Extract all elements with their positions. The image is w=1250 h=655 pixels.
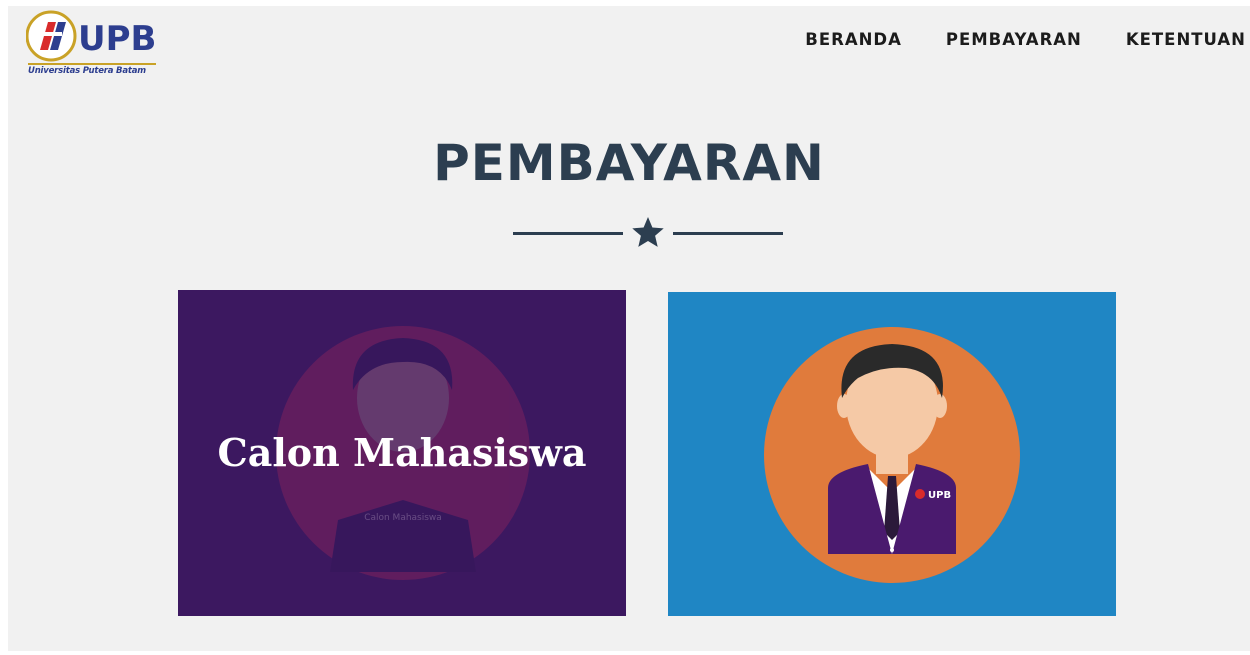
main-nav: BERANDA PEMBAYARAN KETENTUAN bbox=[805, 30, 1246, 49]
student-avatar-icon: UPB bbox=[764, 327, 1020, 583]
nav-beranda[interactable]: BERANDA bbox=[805, 30, 902, 49]
upb-logo[interactable]: UPB Universitas Putera Batam bbox=[26, 8, 156, 78]
card-student-avatar[interactable]: UPB bbox=[668, 292, 1116, 616]
nav-pembayaran[interactable]: PEMBAYARAN bbox=[946, 30, 1082, 49]
logo-tagline: Universitas Putera Batam bbox=[28, 63, 156, 76]
nav-ketentuan[interactable]: KETENTUAN bbox=[1126, 30, 1246, 49]
star-icon bbox=[632, 217, 664, 247]
page: UPB Universitas Putera Batam BERANDA PEM… bbox=[8, 6, 1250, 651]
jacket-badge: UPB bbox=[928, 490, 951, 501]
card-overlay-label: Calon Mahasiswa bbox=[364, 513, 442, 523]
title-divider bbox=[513, 217, 783, 247]
page-title: PEMBAYARAN bbox=[433, 134, 825, 192]
upb-logo-icon: UPB bbox=[26, 10, 156, 62]
card-calon-mahasiswa[interactable]: Calon Mahasiswa Calon Mahasiswa bbox=[178, 290, 626, 616]
card-caption: Calon Mahasiswa bbox=[217, 430, 587, 475]
logo-brand-text: UPB bbox=[78, 19, 156, 59]
